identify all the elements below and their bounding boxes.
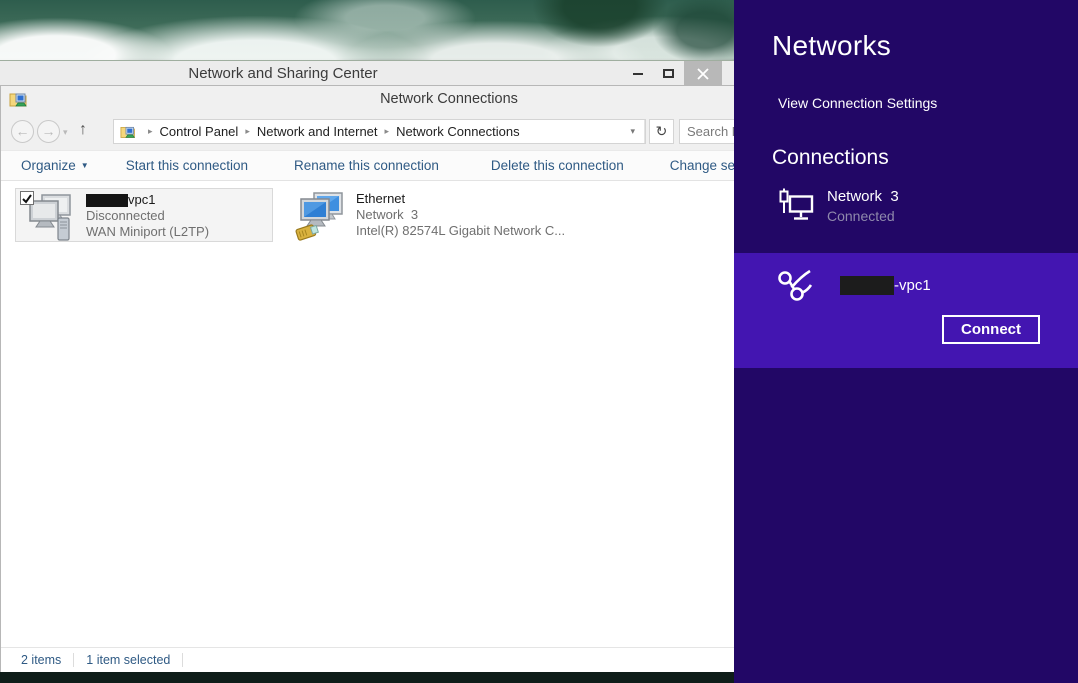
connection-name: Ethernet [356,191,565,207]
minimize-icon [633,73,643,75]
redacted-name [840,276,894,295]
vpn-device-icon [22,192,78,240]
breadcrumb-arrow-icon: ▸ [141,126,160,137]
items-count: 2 items [21,653,61,667]
maximize-button[interactable] [654,61,682,86]
organize-menu-button[interactable]: Organize▼ [21,158,89,173]
refresh-icon: ↻ [656,123,668,139]
chevron-down-icon: ▾ [630,126,635,137]
delete-connection-button[interactable]: Delete this connection [491,158,624,173]
connection-device: Intel(R) 82574L Gigabit Network C... [356,223,565,239]
maximize-icon [663,69,674,78]
forward-icon: → [42,123,56,139]
address-dropdown-button[interactable]: ▾ [621,120,645,143]
connection-network: Network 3 [356,207,565,223]
connect-button[interactable]: Connect [942,315,1040,344]
network-name: Network 3 [827,188,899,205]
connections-heading: Connections [772,146,889,170]
ethernet-device-icon [292,191,348,239]
address-bar[interactable]: ▸ Control Panel ▸ Network and Internet ▸… [113,119,646,144]
check-icon [21,193,33,205]
network-item-vpn-selected[interactable]: -vpc1 Connect [734,253,1078,368]
breadcrumb-control-panel[interactable]: Control Panel [160,124,239,139]
connection-device: WAN Miniport (L2TP) [86,224,209,240]
view-connection-settings-link[interactable]: View Connection Settings [778,95,937,111]
connection-tile-ethernet[interactable]: Ethernet Network 3 Intel(R) 82574L Gigab… [286,188,541,242]
recent-locations-button[interactable]: ▾ [63,127,68,138]
back-button[interactable]: ← [11,120,34,143]
screen: Network and Sharing Center Network Conne… [0,0,1078,683]
connection-tile-vpn[interactable]: vpc1 Disconnected WAN Miniport (L2TP) [15,188,273,242]
chevron-down-icon: ▾ [63,127,68,137]
network-status: Connected [827,208,899,224]
up-arrow-icon: ↑ [79,121,87,138]
breadcrumb-network-and-internet[interactable]: Network and Internet [257,124,378,139]
vpn-icon [776,267,818,303]
up-button[interactable]: ↑ [79,121,87,139]
wired-network-icon [778,188,815,222]
back-icon: ← [16,123,30,139]
rename-connection-button[interactable]: Rename this connection [294,158,439,173]
vpn-name: -vpc1 [840,276,931,295]
breadcrumb-network-connections[interactable]: Network Connections [396,124,520,139]
location-icon [120,124,137,140]
minimize-button[interactable] [624,61,652,86]
statusbar-divider [73,653,74,667]
network-item-ethernet[interactable]: Network 3 Connected [778,188,899,224]
panel-title: Networks [772,30,891,62]
connection-status: Disconnected [86,208,209,224]
breadcrumb-arrow-icon: ▸ [238,126,257,137]
close-button[interactable] [684,61,722,86]
breadcrumb-arrow-icon: ▸ [378,126,397,137]
forward-button[interactable]: → [37,120,60,143]
selection-count: 1 item selected [86,653,170,667]
refresh-button[interactable]: ↻ [649,119,674,144]
selection-checkbox[interactable] [20,191,34,205]
redacted-name [86,194,128,207]
chevron-down-icon: ▼ [81,161,89,170]
close-icon [697,68,709,80]
statusbar-divider [182,653,183,667]
start-connection-button[interactable]: Start this connection [126,158,248,173]
networks-charm-panel: Networks View Connection Settings Connec… [734,0,1078,683]
window-title: Network and Sharing Center [0,65,566,82]
connection-name: vpc1 [86,192,209,208]
